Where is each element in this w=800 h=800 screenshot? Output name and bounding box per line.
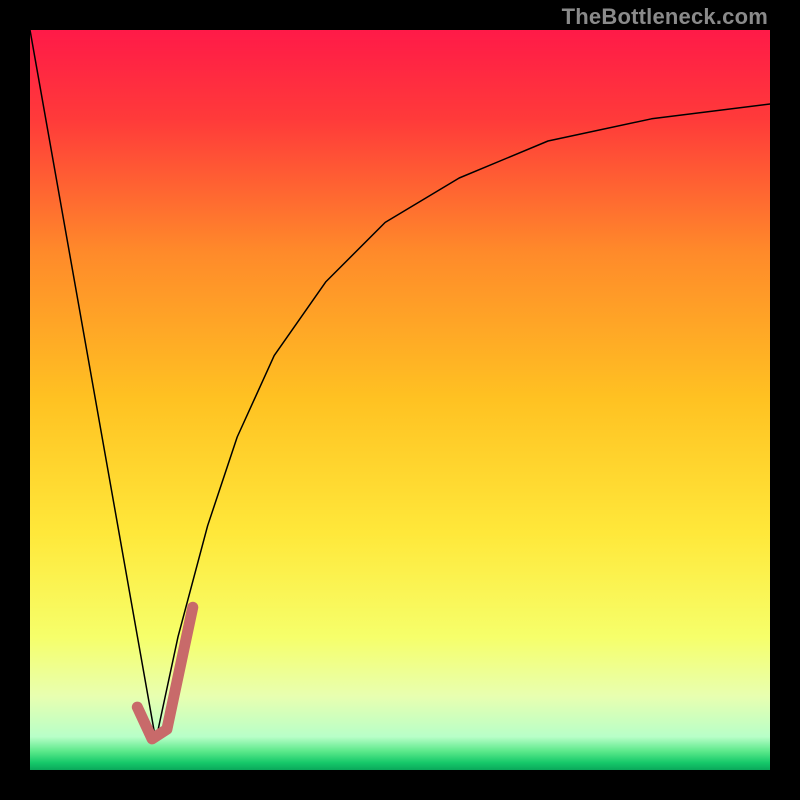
bottleneck-chart [30, 30, 770, 770]
watermark-text: TheBottleneck.com [562, 4, 768, 30]
plot-area [30, 30, 770, 770]
chart-frame: TheBottleneck.com [0, 0, 800, 800]
